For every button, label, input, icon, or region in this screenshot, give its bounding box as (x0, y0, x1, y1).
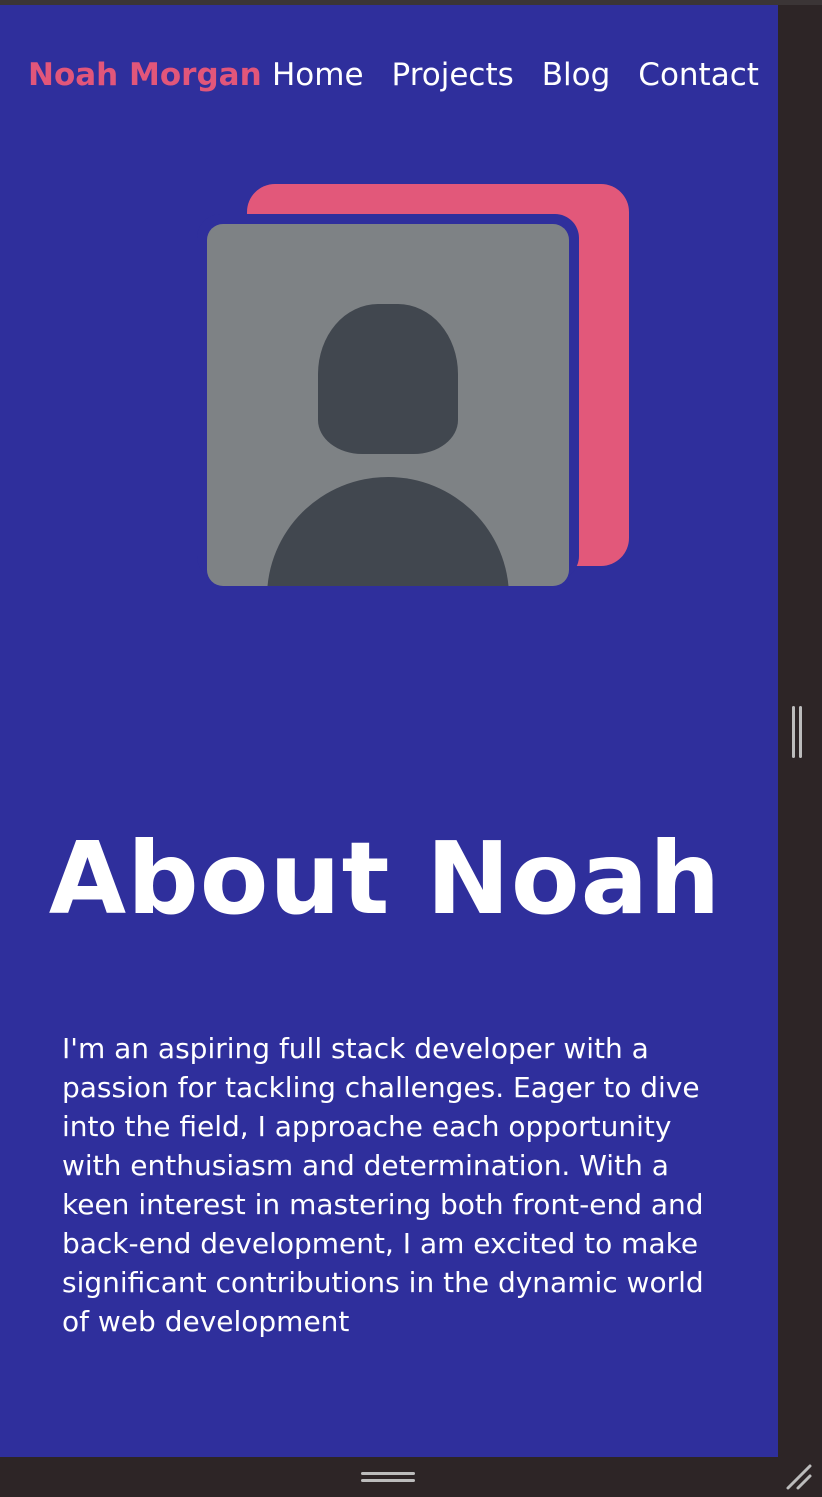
splitter-bar-right (799, 706, 802, 758)
browser-window: Noah Morgan Home Projects Blog Contact A… (0, 0, 822, 1497)
bottom-drag-handle[interactable] (361, 1472, 415, 1484)
about-paragraph: I'm an aspiring full stack developer wit… (62, 1032, 704, 1338)
resize-grip-icon[interactable] (784, 1462, 814, 1492)
nav-link-home[interactable]: Home (272, 57, 364, 93)
brand-logo-link[interactable]: Noah Morgan (28, 57, 262, 93)
nav-link-contact[interactable]: Contact (638, 57, 759, 93)
user-avatar-placeholder-icon (207, 224, 569, 586)
drag-handle-line-bottom (361, 1479, 415, 1482)
nav-link-projects[interactable]: Projects (392, 57, 514, 93)
avatar-head-shape (318, 304, 458, 454)
page-viewport[interactable]: Noah Morgan Home Projects Blog Contact A… (0, 5, 778, 1457)
pane-splitter-handle[interactable] (790, 706, 804, 758)
about-title: About Noah (48, 820, 722, 937)
nav-link-blog[interactable]: Blog (542, 57, 611, 93)
drag-handle-line-top (361, 1472, 415, 1475)
main-nav: Home Projects Blog Contact (272, 57, 759, 93)
avatar-body-shape (267, 477, 509, 586)
splitter-bar-left (792, 706, 795, 758)
